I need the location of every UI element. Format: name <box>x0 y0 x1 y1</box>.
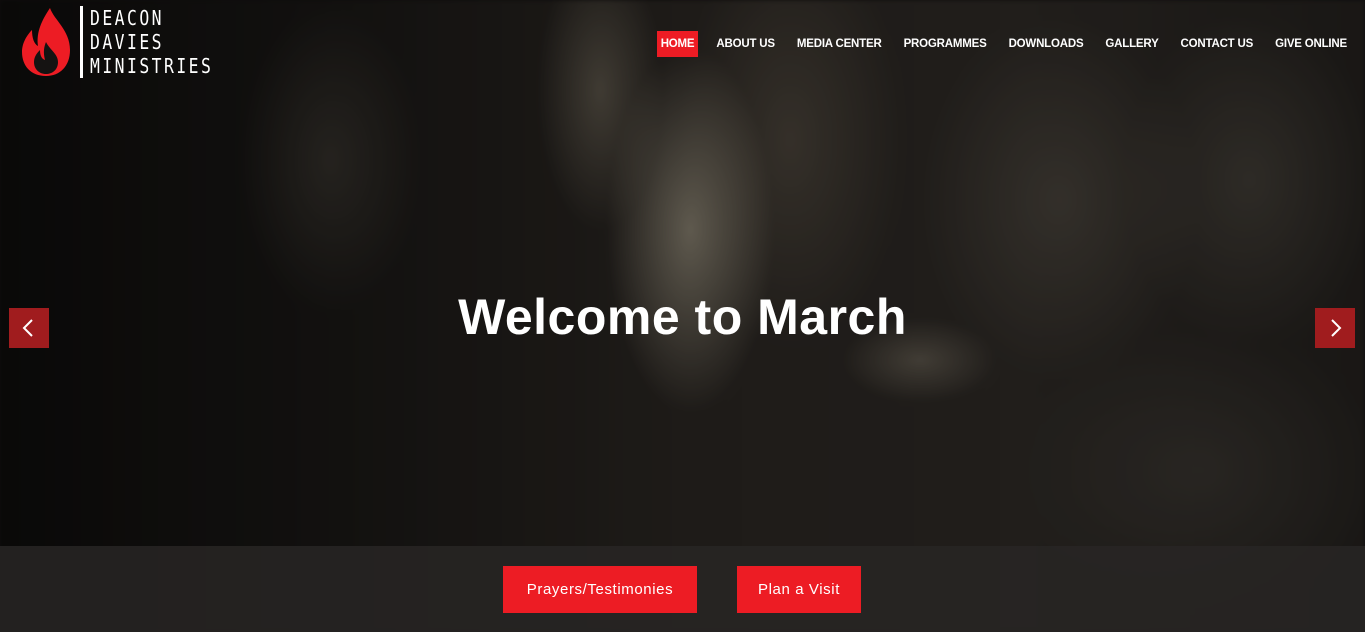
nav-item-home[interactable]: HOME <box>656 31 699 57</box>
nav-item-programmes[interactable]: PROGRAMMES <box>900 31 991 57</box>
slider-prev-button[interactable] <box>9 308 49 348</box>
nav-item-media-center[interactable]: MEDIA CENTER <box>793 31 886 57</box>
nav-item-gallery[interactable]: GALLERY <box>1101 31 1162 57</box>
nav-item-contact-us[interactable]: CONTACT US <box>1177 31 1258 57</box>
hero-headline: Welcome to March <box>458 289 907 345</box>
prayers-testimonies-button[interactable]: Prayers/Testimonies <box>503 566 697 613</box>
logo-wordmark: DEACON DAVIES MINISTRIES <box>90 7 240 77</box>
slider-next-button[interactable] <box>1315 308 1355 348</box>
nav-item-downloads[interactable]: DOWNLOADS <box>1005 31 1088 57</box>
site-logo[interactable]: DEACON DAVIES MINISTRIES <box>20 4 240 80</box>
flame-icon <box>22 8 70 76</box>
logo-divider <box>80 6 83 78</box>
logo-line-3: MINISTRIES <box>90 54 214 78</box>
nav-item-give-online[interactable]: GIVE ONLINE <box>1271 31 1351 57</box>
nav-item-about-us[interactable]: ABOUT US <box>712 31 778 57</box>
plan-a-visit-button[interactable]: Plan a Visit <box>737 566 861 613</box>
chevron-left-icon <box>22 319 33 337</box>
main-navigation: HOME ABOUT US MEDIA CENTER PROGRAMMES DO… <box>643 31 1351 57</box>
logo-line-2: DAVIES <box>90 30 165 54</box>
logo-line-1: DEACON <box>90 6 165 30</box>
chevron-right-icon <box>1331 319 1342 337</box>
